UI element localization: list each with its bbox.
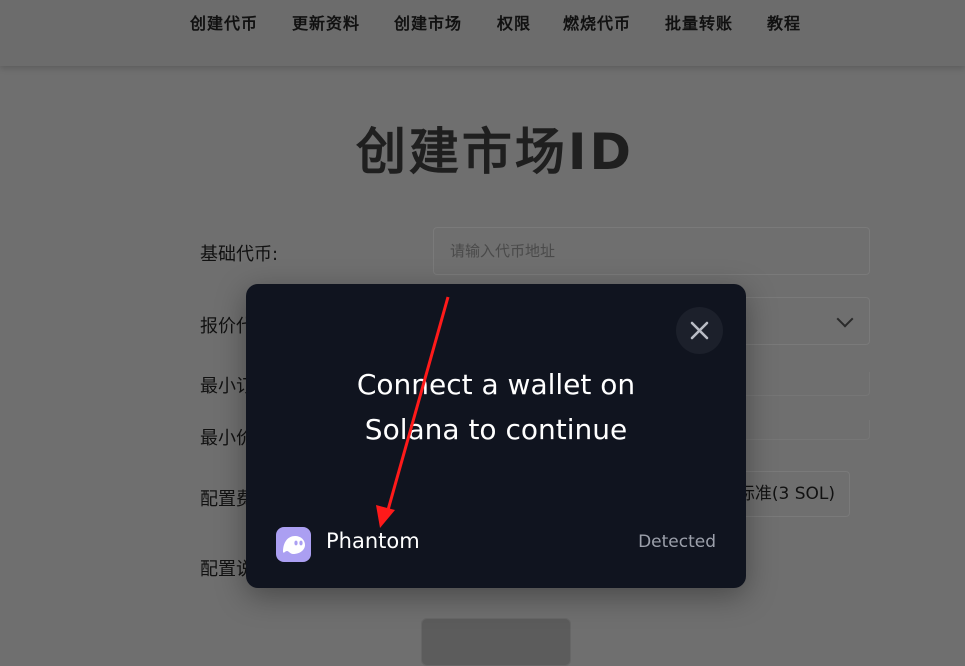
- top-navigation: 创建代币 更新资料 创建市场 权限 燃烧代币 批量转账 教程: [0, 0, 965, 66]
- modal-title-line-2: Solana to continue: [364, 413, 628, 446]
- base-token-input[interactable]: 请输入代币地址: [433, 227, 870, 275]
- wallet-name: Phantom: [326, 529, 420, 553]
- close-icon: [690, 321, 709, 340]
- base-token-label: 基础代币:: [200, 244, 279, 265]
- chevron-down-icon: [836, 310, 854, 328]
- page-title: 创建市场ID: [355, 123, 635, 181]
- close-button[interactable]: [676, 307, 723, 354]
- nav-create-token[interactable]: 创建代币: [190, 10, 258, 34]
- nav-update-info[interactable]: 更新资料: [292, 10, 360, 34]
- submit-button[interactable]: [421, 618, 571, 666]
- modal-title-line-1: Connect a wallet on: [356, 368, 636, 401]
- phantom-icon: [276, 527, 311, 562]
- wallet-status: Detected: [638, 532, 716, 552]
- nav-tutorial[interactable]: 教程: [767, 10, 801, 34]
- wallet-option-phantom[interactable]: Phantom Detected: [266, 521, 726, 565]
- nav-burn-token[interactable]: 燃烧代币: [563, 10, 631, 34]
- nav-batch-transfer[interactable]: 批量转账: [665, 10, 733, 34]
- modal-title: Connect a wallet on Solana to continue: [246, 362, 746, 452]
- nav-create-market[interactable]: 创建市场: [394, 10, 462, 34]
- nav-permissions[interactable]: 权限: [497, 10, 531, 34]
- connect-wallet-modal: Connect a wallet on Solana to continue P…: [246, 284, 746, 588]
